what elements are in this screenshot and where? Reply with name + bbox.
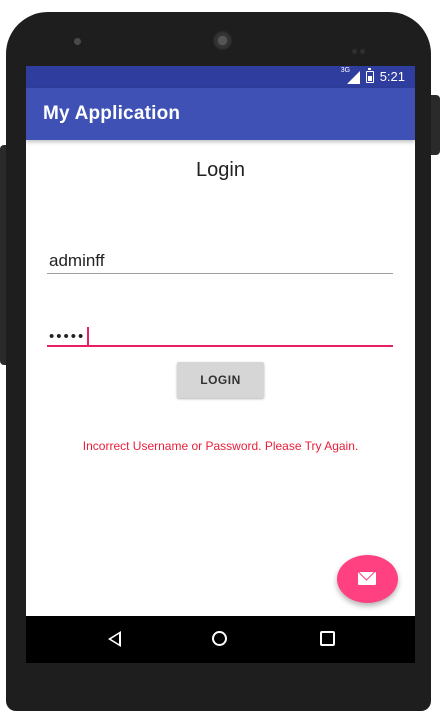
- username-input[interactable]: [47, 248, 393, 274]
- back-icon[interactable]: [108, 631, 121, 647]
- error-message: Incorrect Username or Password. Please T…: [82, 439, 359, 453]
- floating-action-button[interactable]: [337, 555, 398, 603]
- sensor-dots: [352, 39, 368, 54]
- phone-frame: 3G 5:21 My Application Login ••••• LOGIN…: [0, 0, 442, 711]
- login-button[interactable]: LOGIN: [177, 362, 264, 398]
- recent-apps-icon[interactable]: [320, 631, 335, 646]
- device-screen: 3G 5:21 My Application Login ••••• LOGIN…: [26, 66, 415, 663]
- password-input[interactable]: [47, 321, 393, 347]
- proximity-sensor: [74, 38, 81, 45]
- mail-icon: [358, 572, 376, 585]
- status-bar: 3G 5:21: [26, 66, 415, 88]
- status-time: 5:21: [379, 69, 405, 84]
- app-toolbar: My Application: [26, 88, 415, 140]
- front-camera: [213, 31, 232, 50]
- signal-icon: 3G: [341, 67, 360, 84]
- home-icon[interactable]: [212, 631, 227, 646]
- login-heading: Login: [196, 159, 245, 181]
- navigation-bar: [26, 616, 415, 663]
- status-icons: 3G 5:21: [341, 67, 405, 85]
- power-button: [430, 95, 440, 155]
- battery-icon: [365, 67, 374, 83]
- app-title: My Application: [43, 103, 181, 124]
